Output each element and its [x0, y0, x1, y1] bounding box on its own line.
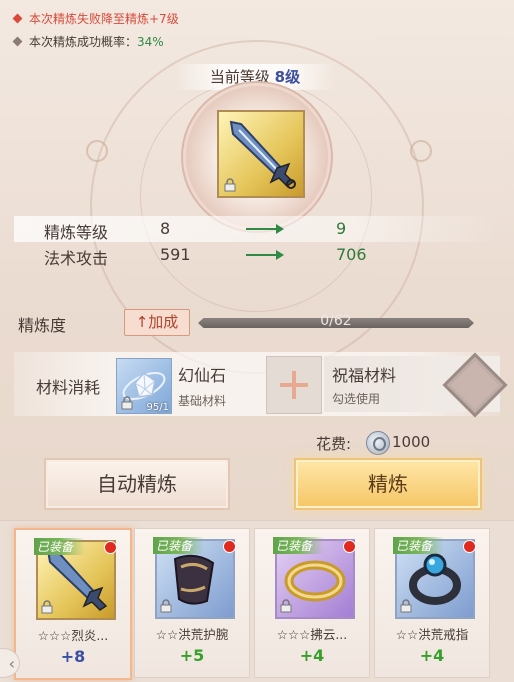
refine-progress-text: 0/62	[320, 313, 352, 329]
materials-label: 材料消耗	[36, 378, 101, 397]
equipped-tag: 已装备	[153, 537, 205, 554]
lock-icon	[224, 178, 236, 192]
boost-button[interactable]: ↑加成	[124, 309, 190, 336]
equipped-tag: 已装备	[273, 537, 325, 554]
bless-material-slot[interactable]: 祝福材料 勾选使用	[324, 352, 508, 418]
stat-name: 法术攻击	[44, 249, 109, 268]
equipment-card[interactable]: 已装备 ☆☆☆烈炎... +8	[14, 528, 132, 680]
stat-name: 精炼等级	[44, 223, 109, 242]
selected-item-slot[interactable]	[217, 110, 305, 198]
arrow-right-icon	[246, 224, 284, 234]
diamond-bullet-icon	[12, 13, 23, 24]
stat-next: 9	[336, 219, 347, 238]
main-material-sub: 基础材料	[178, 394, 227, 408]
equipment-level: +4	[299, 646, 325, 665]
success-rate-tip: 本次精炼成功概率：34%	[12, 33, 164, 50]
equipped-tag: 已装备	[34, 538, 86, 555]
fail-tip-text: 本次精炼失败降至精炼+7级	[29, 12, 179, 26]
current-level-label: 当前等级	[209, 68, 270, 86]
equipment-name: ☆☆☆拂云...	[276, 627, 348, 642]
stat-row-refine-level: 精炼等级 8 9	[14, 216, 500, 242]
equipment-name: ☆☆洪荒护腕	[155, 627, 229, 642]
notification-dot	[463, 540, 476, 553]
main-material-slot[interactable]: 95/1	[116, 358, 172, 414]
materials-row: 材料消耗 95/1 幻仙石 基础材料 祝福材料 勾选使用	[14, 352, 508, 418]
stat-next: 706	[336, 245, 367, 264]
auto-refine-button[interactable]: 自动精炼	[44, 458, 230, 510]
lock-icon	[41, 600, 53, 614]
arrow-right-icon	[246, 250, 284, 260]
equipment-card[interactable]: 已装备 ☆☆☆拂云... +4	[254, 528, 370, 678]
refine-progress-label: 精炼度	[18, 316, 67, 335]
diamond-icon	[442, 352, 508, 418]
stat-current: 591	[160, 245, 191, 264]
lock-icon	[160, 599, 172, 613]
equipment-card[interactable]: 已装备 ☆☆洪荒戒指 +4	[374, 528, 490, 678]
notification-dot	[223, 540, 236, 553]
lock-icon	[400, 599, 412, 613]
success-rate-value: 34%	[137, 35, 164, 49]
stat-row-magic-attack: 法术攻击 591 706	[14, 242, 500, 268]
material-count: 95/1	[146, 402, 169, 413]
fail-tip: 本次精炼失败降至精炼+7级	[12, 10, 179, 27]
bless-material-name: 祝福材料	[332, 366, 397, 385]
stat-current: 8	[160, 219, 171, 238]
notification-dot	[104, 541, 117, 554]
bless-material-sub: 勾选使用	[332, 392, 381, 406]
cost-value: 1000	[392, 433, 431, 451]
decor-dot-right	[410, 140, 432, 162]
main-material-name: 幻仙石	[178, 366, 227, 385]
notification-dot	[343, 540, 356, 553]
equipment-card[interactable]: 已装备 ☆☆洪荒护腕 +5	[134, 528, 250, 678]
equipment-level: +5	[179, 646, 205, 665]
diamond-bullet-icon	[12, 36, 23, 47]
equipment-level: +4	[419, 646, 445, 665]
equipment-level: +8	[60, 647, 86, 666]
equipment-name: ☆☆洪荒戒指	[395, 627, 469, 642]
silver-coin-icon	[366, 431, 390, 455]
equipped-tag: 已装备	[393, 537, 445, 554]
lock-icon	[280, 599, 292, 613]
decor-dot-left	[86, 140, 108, 162]
success-rate-label: 本次精炼成功概率：	[29, 35, 138, 49]
equipment-name: ☆☆☆烈炎...	[37, 628, 109, 643]
cost-label: 花费:	[316, 435, 352, 453]
lock-icon	[121, 396, 133, 410]
refine-button[interactable]: 精炼	[294, 458, 482, 510]
add-bless-material-button[interactable]	[266, 356, 322, 414]
current-level-value: 8级	[274, 68, 301, 86]
